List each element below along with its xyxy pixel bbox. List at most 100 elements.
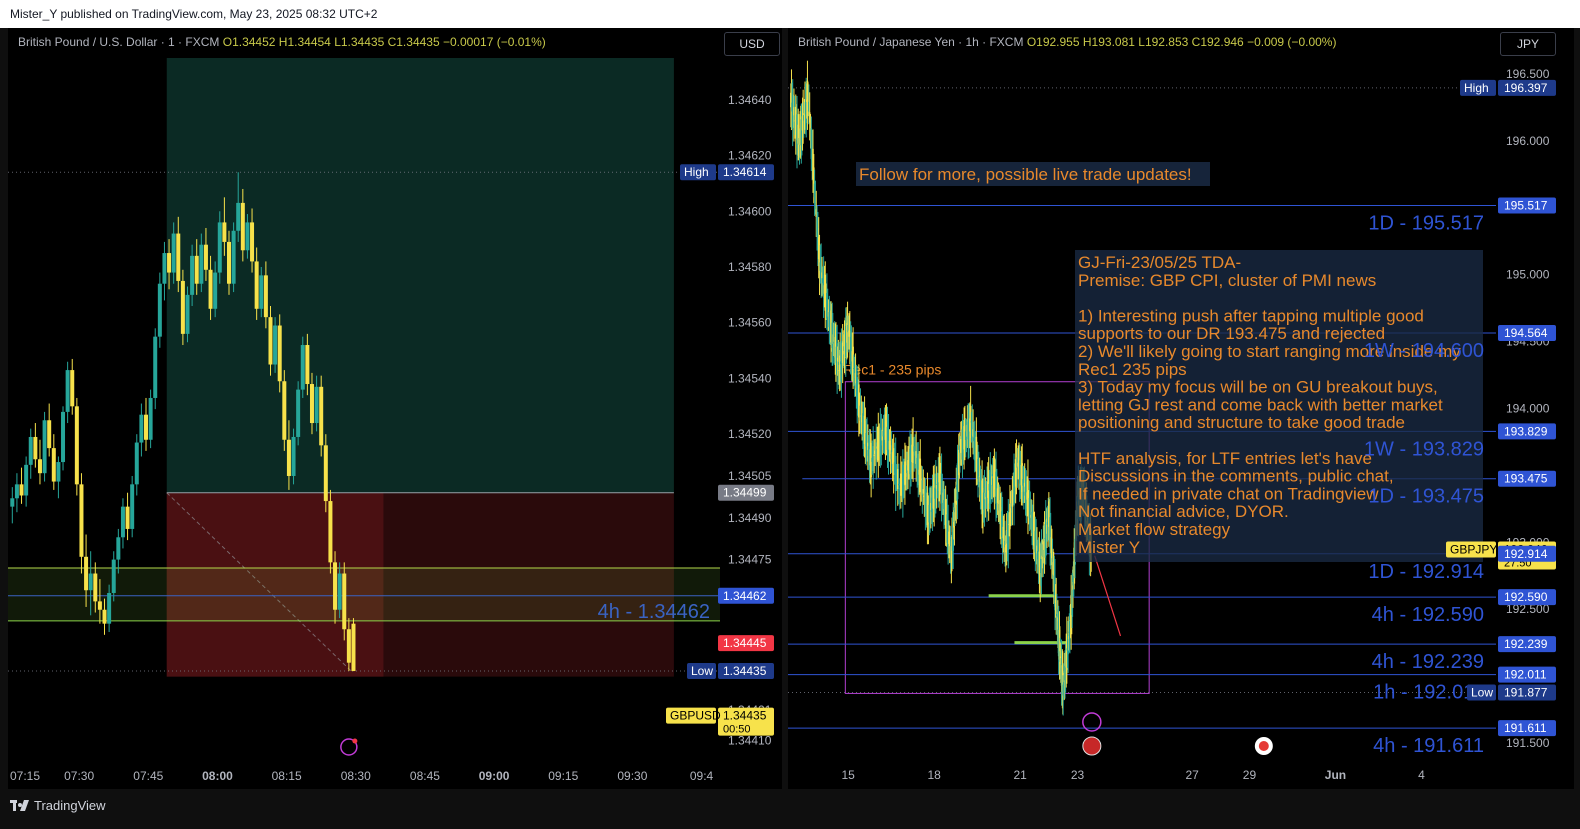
price-tag-label-7: 192.590 [1504, 590, 1548, 604]
candle-body-74 [351, 623, 356, 672]
x-tick-label-8: 09:15 [548, 769, 578, 783]
analysis-line-1: Premise: GBP CPI, cluster of PMI news [1078, 271, 1376, 290]
candle-body-60 [286, 439, 291, 476]
candle-body-67 [319, 386, 324, 446]
candle-body-69 [328, 501, 333, 563]
candle-body-50 [240, 202, 245, 251]
y-tick-label-0: 1.34640 [728, 93, 772, 107]
candle-body-54 [259, 275, 264, 309]
candle-body-57 [273, 325, 278, 365]
analysis-line-13: If needed in private chat on Tradingview [1078, 484, 1379, 503]
analysis-line-0: GJ-Fri-23/05/25 TDA- [1078, 253, 1241, 272]
price-tag-prefix-10: Low [1471, 686, 1493, 700]
event-marker-dot-icon [1258, 741, 1269, 751]
x-tick-label-2: 07:45 [133, 769, 163, 783]
candle-body-52 [250, 222, 255, 262]
gbpusd-chart[interactable]: 4h - 1.344621.346401.346201.346001.34580… [8, 28, 782, 789]
price-tag-label-6: 192.914 [1504, 547, 1548, 561]
tradingview-logo[interactable]: TradingView [10, 798, 106, 813]
price-tag-label-0: 196.397 [1504, 81, 1548, 95]
candle-body-68 [323, 445, 328, 502]
y-tick-label-8: 1.34490 [728, 511, 772, 525]
candle-body-26 [130, 484, 135, 529]
gbpjpy-chart[interactable]: Rec1 - 235 pips GJ-Fri-23/05/25 TDA-Premi… [788, 28, 1574, 789]
x-tick-label-6: Jun [1325, 768, 1346, 782]
candle-body-47 [226, 241, 231, 284]
left-margin [0, 28, 8, 789]
candle-body-30 [148, 397, 153, 440]
candle-body-27 [134, 442, 139, 485]
x-tick-label-3: 08:00 [202, 769, 233, 783]
price-tag-prefix-0: High [684, 165, 709, 179]
gbpjpy-symbol: British Pound / Japanese Yen · 1h · FXCM [798, 35, 1024, 49]
candle-body-28 [139, 414, 144, 443]
gbpjpy-high: H193.081 [1082, 35, 1135, 49]
tradingview-logo-icon [10, 799, 30, 812]
price-tag-sub-5: 00:50 [723, 724, 751, 736]
candle-body-15 [79, 484, 84, 557]
x-tick-label-4: 27 [1185, 768, 1199, 782]
gbpusd-high: H1.34454 [278, 35, 331, 49]
tradingview-brand: TradingView [34, 798, 106, 813]
price-tag-prefix-4: Low [691, 664, 713, 678]
x-tick-label-9: 09:30 [617, 769, 647, 783]
gbpjpy-low: L192.853 [1138, 35, 1189, 49]
candle-body-4 [28, 436, 33, 465]
candle-body-17 [88, 573, 93, 591]
candle-body-45 [217, 222, 222, 273]
candle-body-71 [337, 573, 342, 610]
news-event-dot-icon [352, 738, 358, 744]
candle-body-61 [291, 436, 296, 476]
gbpjpy-currency-button[interactable]: JPY [1500, 32, 1556, 56]
candle-body-9 [51, 448, 56, 482]
y-tick-label-2: 1.34600 [728, 204, 772, 218]
candle-body-6 [37, 459, 42, 474]
candle-body-66 [314, 386, 319, 424]
candle-body-23 [116, 537, 121, 560]
y-tick-label-7: 1.34505 [728, 469, 772, 483]
price-tag-label-2: 1.34462 [723, 589, 767, 603]
analysis-line-15: Market flow strategy [1078, 520, 1231, 539]
gbpusd-chart-panel[interactable]: 4h - 1.34462 1.34640 1.34620 1.34600 1.34580… [8, 28, 782, 789]
x-tick-label-1: 07:30 [64, 769, 94, 783]
level-label-1: 1D - 195.517 [1368, 213, 1484, 235]
x-tick-label-3: 23 [1071, 768, 1085, 782]
gbpusd-low: L1.34435 [334, 35, 385, 49]
x-tick-label-7: 4 [1418, 768, 1425, 782]
price-tag-label-1: 1.34499 [723, 486, 767, 500]
candle-body-25 [125, 506, 130, 529]
price-tag-label-8: 192.239 [1504, 637, 1548, 651]
y-tick-label-6: 1.34520 [728, 427, 772, 441]
candle-body-41 [199, 244, 204, 284]
candle-body-46 [222, 222, 227, 242]
gbpusd-legend: British Pound / U.S. Dollar · 1 · FXCM O… [18, 35, 546, 49]
candle-body-63 [300, 345, 305, 390]
gbpjpy-change: −0.009 (−0.00%) [1247, 35, 1337, 49]
x-tick-label-0: 15 [842, 768, 856, 782]
candle-body-12 [65, 370, 70, 412]
range-rectangle-label: Rec1 - 235 pips [843, 362, 941, 378]
candle-body-58 [277, 325, 282, 382]
x-tick-label-0: 07:15 [10, 769, 40, 783]
level-label-2: 1W - 194.600 [1364, 340, 1484, 362]
level-label-6: 4h - 192.590 [1372, 604, 1484, 626]
candle-body-64 [305, 345, 310, 385]
gbpusd-currency-button[interactable]: USD [724, 32, 780, 56]
candle-body-40 [194, 255, 199, 284]
candle-body-29 [144, 414, 149, 440]
candle-body-8 [47, 420, 52, 449]
y-tick-label-4: 194.000 [1506, 401, 1550, 415]
x-tick-label-5: 08:30 [341, 769, 371, 783]
target-zone [166, 58, 674, 493]
candle-body-49 [236, 202, 241, 231]
price-tag-label-3: 193.829 [1504, 424, 1548, 438]
gbpjpy-close: C192.946 [1191, 35, 1244, 49]
analysis-line-8: letting GJ rest and come back with bette… [1078, 395, 1443, 414]
level-label-5: 1D - 192.914 [1368, 561, 1484, 583]
gbpusd-change: −0.00017 (−0.01%) [442, 35, 546, 49]
candle-body-21 [107, 593, 112, 624]
y-tick-label-2: 195.000 [1506, 268, 1550, 282]
gbpjpy-chart-panel[interactable]: Rec1 - 235 pips GJ-Fri-23/05/25 TDA- Premi… [788, 28, 1574, 789]
candle-body-72 [342, 573, 347, 630]
candle-body-7 [42, 420, 47, 474]
